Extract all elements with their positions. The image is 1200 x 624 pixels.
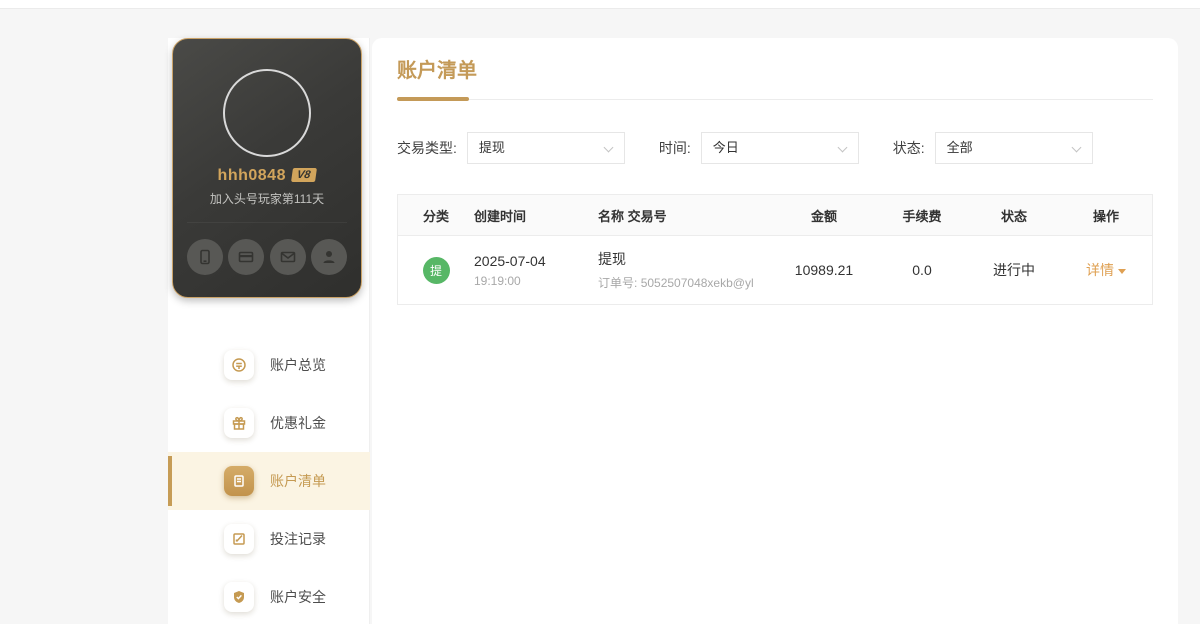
user-profile-card: hhh0848 V8 加入头号玩家第111天: [172, 38, 362, 298]
sidebar-item-account-overview[interactable]: 账户总览: [168, 336, 370, 394]
shield-icon: [224, 582, 254, 612]
join-days-text: 加入头号玩家第111天: [209, 192, 325, 206]
header-fee: 手续费: [902, 208, 942, 224]
profile-icon[interactable]: [310, 239, 347, 275]
main-content: 账户清单 交易类型: 提现 时间: 今日 状态: 全部 分类 创建时间 名称 交…: [372, 38, 1178, 624]
filter-label: 时间:: [658, 140, 691, 156]
top-header-strip: [0, 0, 1200, 9]
time-select[interactable]: 今日: [700, 132, 859, 164]
sidebar-item-account-security[interactable]: 账户安全: [168, 568, 370, 624]
select-value: 提现: [478, 140, 505, 155]
bank-card-icon[interactable]: [228, 239, 265, 275]
header-status: 状态: [1000, 208, 1027, 224]
transaction-type-select[interactable]: 提现: [466, 132, 625, 164]
filter-transaction-type: 交易类型: 提现: [397, 132, 625, 164]
sidebar-menu: 账户总览 优惠礼金 账户清单 投注记录 账户安全: [168, 336, 370, 624]
filter-bar: 交易类型: 提现 时间: 今日 状态: 全部: [397, 132, 1153, 164]
avatar[interactable]: [223, 69, 311, 157]
chevron-down-icon: [837, 142, 848, 153]
sidebar-item-promo-gift[interactable]: 优惠礼金: [168, 394, 370, 452]
record-icon: [224, 524, 254, 554]
amount: 10989.21: [794, 262, 854, 278]
coin-icon: [224, 350, 254, 380]
chevron-down-icon: [603, 142, 614, 153]
title-underline: [397, 97, 469, 101]
transactions-table: 分类 创建时间 名称 交易号 金额 手续费 状态 操作 提 2025-07-04…: [397, 194, 1153, 305]
caret-down-icon: [1118, 268, 1126, 274]
list-icon: [224, 466, 254, 496]
details-link[interactable]: 详情: [1086, 260, 1126, 280]
gift-icon: [224, 408, 254, 438]
table-header-row: 分类 创建时间 名称 交易号 金额 手续费 状态 操作: [398, 195, 1152, 236]
filter-time: 时间: 今日: [659, 132, 859, 164]
created-time: 19:19:00: [474, 273, 521, 288]
page-title: 账户清单: [397, 60, 477, 82]
username: hhh0848: [217, 167, 286, 184]
created-date: 2025-07-04: [474, 252, 546, 269]
select-value: 今日: [712, 140, 739, 155]
phone-icon[interactable]: [187, 239, 223, 275]
sidebar-item-label: 账户清单: [270, 473, 326, 489]
sidebar-item-label: 投注记录: [270, 531, 326, 547]
sidebar-item-bet-records[interactable]: 投注记录: [168, 510, 370, 568]
transaction-name: 提现: [598, 251, 626, 267]
sidebar-item-label: 账户总览: [270, 357, 326, 373]
mail-icon[interactable]: [269, 239, 306, 275]
header-name-txid: 名称 交易号: [598, 208, 667, 224]
header-action: 操作: [1092, 208, 1119, 224]
table-row: 提 2025-07-04 19:19:00 提现 订单号: 5052507048…: [398, 236, 1152, 304]
status: 进行中: [993, 262, 1035, 278]
filter-status: 状态: 全部: [893, 132, 1093, 164]
select-value: 全部: [946, 140, 973, 155]
header-category: 分类: [422, 208, 449, 224]
details-label: 详情: [1086, 262, 1114, 278]
header-created-time: 创建时间: [474, 208, 527, 224]
chevron-down-icon: [1071, 142, 1082, 153]
sidebar-item-label: 账户安全: [270, 589, 326, 605]
panel-header: 账户清单: [397, 38, 1153, 101]
status-select[interactable]: 全部: [934, 132, 1093, 164]
header-amount: 金额: [810, 208, 837, 224]
filter-label: 状态:: [892, 140, 925, 156]
order-no-label: 订单号:: [598, 276, 638, 290]
withdraw-badge-icon: 提: [422, 256, 450, 284]
fee: 0.0: [912, 262, 932, 278]
sidebar-item-account-statement[interactable]: 账户清单: [168, 452, 370, 510]
order-no: 5052507048xekb@yl: [640, 276, 754, 290]
vip-level-badge: V8: [290, 168, 318, 182]
sidebar-item-label: 优惠礼金: [270, 415, 326, 431]
filter-label: 交易类型:: [397, 140, 457, 156]
